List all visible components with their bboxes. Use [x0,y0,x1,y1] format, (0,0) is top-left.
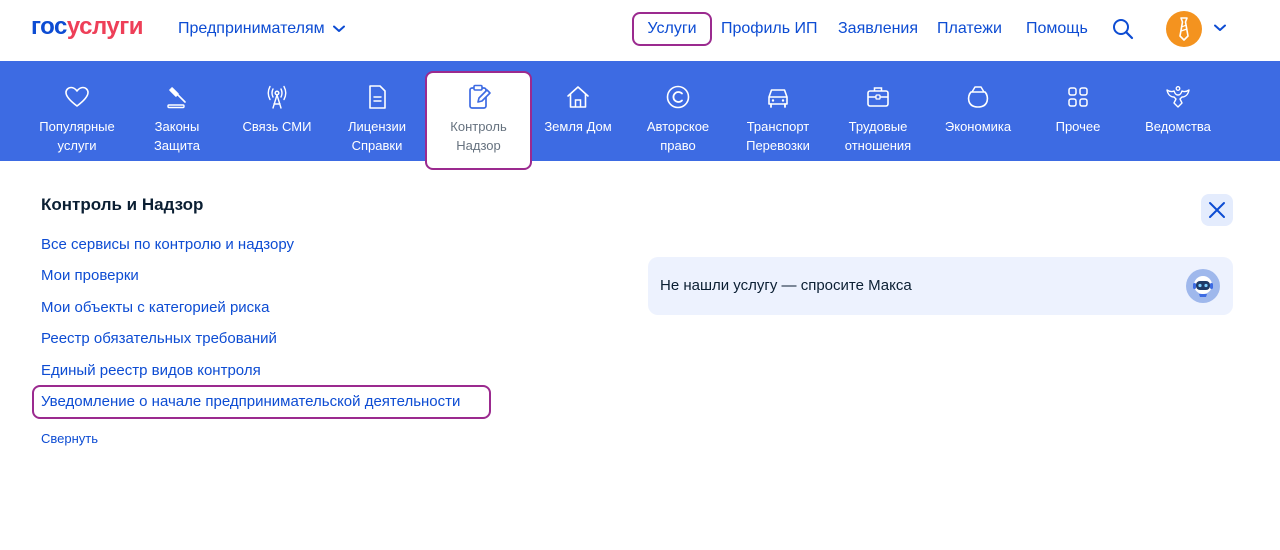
link-mandatory-requirements-registry[interactable]: Реестр обязательных требований [41,330,277,347]
nav-payments[interactable]: Платежи [937,20,1002,38]
category-agencies[interactable]: Ведомства [1133,61,1223,161]
category-label: Экономика [944,119,1012,134]
chevron-down-icon[interactable] [1214,24,1226,32]
chevron-down-icon [332,25,345,32]
category-label: Лицензии Справки [348,119,406,153]
category-label: Законы Защита [153,119,201,153]
logo-text-uslugi: услуги [66,13,144,40]
link-business-start-notification[interactable]: Уведомление о начале предпринимательской… [41,393,460,410]
tie-icon [1179,17,1189,41]
category-labor[interactable]: Трудовые отношения [833,61,923,161]
category-label: Трудовые отношения [844,119,912,153]
section-title: Контроль и Надзор [41,195,204,214]
logo-text-gos: гос [31,13,67,40]
close-button[interactable] [1201,194,1233,226]
wallet-icon [967,86,989,108]
audience-selector[interactable]: Предпринимателям [178,20,345,38]
category-other[interactable]: Прочее [1038,61,1118,161]
link-all-control-services[interactable]: Все сервисы по контролю и надзору [41,236,294,253]
category-licenses[interactable]: Лицензии Справки [337,61,417,161]
user-avatar[interactable] [1166,11,1202,47]
category-transport[interactable]: Транспорт Перевозки [733,61,823,161]
eagle-icon [1166,86,1190,108]
copyright-icon [666,85,690,109]
link-my-inspections[interactable]: Мои проверки [41,267,139,284]
category-laws[interactable]: Законы Защита [137,61,217,161]
link-control-types-registry[interactable]: Единый реестр видов контроля [41,362,261,379]
gosuslugi-logo[interactable]: госуслуги [31,13,144,41]
car-icon [768,89,788,108]
top-header: госуслуги Предпринимателям Услуги Профил… [0,0,1280,61]
nav-ip-profile[interactable]: Профиль ИП [721,20,818,38]
category-label: Ведомства [1145,119,1211,134]
category-label: Транспорт Перевозки [746,119,810,153]
nav-applications[interactable]: Заявления [838,20,918,38]
category-land-home[interactable]: Земля Дом [537,61,619,161]
category-label: Популярные услуги [39,119,115,153]
category-popular[interactable]: Популярные услуги [27,61,127,161]
grid-icon [1068,87,1088,107]
house-icon [567,86,589,108]
category-label: Контроль Надзор [450,119,507,153]
category-economy[interactable]: Экономика [933,61,1023,161]
category-label: Связь СМИ [242,119,312,134]
category-control[interactable]: Контроль Надзор [425,71,532,170]
category-media[interactable]: Связь СМИ [232,61,322,161]
ask-assistant-card[interactable]: Не нашли услугу — спросите Макса [648,257,1233,315]
clipboard-edit-icon [468,84,491,109]
category-copyright[interactable]: Авторское право [633,61,723,161]
gavel-icon [167,87,186,109]
audience-label: Предпринимателям [178,20,325,37]
category-label: Прочее [1055,119,1101,134]
category-label: Земля Дом [544,119,612,134]
search-icon[interactable] [1112,18,1134,40]
ask-assistant-text: Не нашли услугу — спросите Макса [660,277,912,294]
heart-icon [65,86,89,107]
robot-avatar-icon [1186,269,1220,303]
antenna-icon [267,85,287,109]
nav-services-label: Услуги [647,20,697,37]
link-my-risk-objects[interactable]: Мои объекты с категорией риска [41,299,269,316]
close-icon [1209,202,1225,218]
nav-services[interactable]: Услуги [632,12,712,46]
collapse-link[interactable]: Свернуть [41,431,98,446]
document-icon [369,85,386,109]
nav-help[interactable]: Помощь [1026,20,1088,38]
category-bar: Популярные услуги Законы Защита Связь СМ… [0,61,1280,170]
briefcase-icon [867,87,889,107]
category-label: Авторское право [646,119,710,153]
